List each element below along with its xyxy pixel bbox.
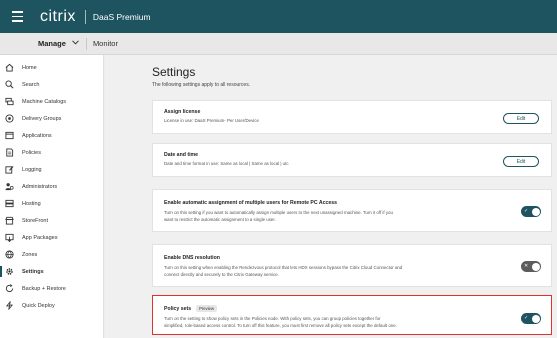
sidebar-item-applications[interactable]: Applications: [0, 127, 103, 144]
policy-sets-card: Policy sets Preview Turn on the setting t…: [152, 295, 552, 335]
sidebar-item-delivery-groups[interactable]: Delivery Groups: [0, 110, 103, 127]
applications-icon: [4, 131, 14, 141]
auto-assignment-card: Enable automatic assignment of multiple …: [152, 189, 552, 232]
toggle-knob: [531, 207, 540, 216]
sidebar-item-label: Machine Catalogs: [22, 98, 67, 105]
policy-sets-title: Policy sets: [164, 305, 192, 312]
check-icon: ✓: [524, 208, 529, 214]
sidebar-item-policies[interactable]: Policies: [0, 144, 103, 161]
sidebar-item-machine-catalogs[interactable]: Machine Catalogs: [0, 93, 103, 110]
sidebar-item-label: Quick Deploy: [22, 302, 55, 309]
card-description-line-1: Turn on this setting if you want to auto…: [164, 210, 393, 215]
quick-deploy-icon: [4, 301, 14, 311]
sidebar-item-quick-deploy[interactable]: Quick Deploy: [0, 297, 103, 314]
card-description-line-1: Turn on the setting to show policy sets …: [164, 316, 381, 321]
sub-nav-divider: [85, 37, 87, 50]
policies-icon: [4, 148, 14, 158]
brand-divider: [84, 9, 86, 24]
sidebar-item-logging[interactable]: Logging: [0, 161, 103, 178]
sidebar-item-label: Hosting: [22, 200, 41, 207]
sidebar-item-label: Backup + Restore: [22, 285, 66, 292]
top-bar: citrix DaaS Premium: [0, 0, 557, 33]
card-description: Date and time format in use: Same as loc…: [164, 161, 289, 166]
sidebar-item-label: Applications: [22, 132, 52, 139]
assign-license-card: Assign license License in use: DaaS Prem…: [152, 100, 552, 134]
auto-assignment-toggle[interactable]: ✓: [521, 206, 541, 217]
card-description-line-1: Turn on this setting when enabling the R…: [164, 265, 403, 270]
sidebar-item-label: Home: [22, 64, 37, 71]
sidebar-item-storefront[interactable]: StoreFront: [0, 212, 103, 229]
storefront-icon: [4, 216, 14, 226]
date-time-card: Date and time Date and time format in us…: [152, 143, 552, 177]
chevron-down-icon[interactable]: [72, 40, 79, 47]
edit-license-button[interactable]: Edit: [503, 113, 539, 124]
dns-resolution-card: Enable DNS resolution Turn on this setti…: [152, 244, 552, 287]
page-title: Settings: [152, 65, 196, 79]
card-description-line-2: connect directly and securely to the Cit…: [164, 272, 279, 277]
card-title: Enable automatic assignment of multiple …: [164, 200, 338, 206]
app-packages-icon: [4, 233, 14, 243]
policy-sets-toggle[interactable]: ✓: [521, 313, 541, 324]
hamburger-menu-icon[interactable]: [4, 0, 30, 33]
home-icon: [4, 63, 14, 73]
sidebar-item-home[interactable]: Home: [0, 59, 103, 76]
card-description-line-2: simplified, role-based access control. T…: [164, 323, 397, 328]
settings-icon: [4, 267, 14, 277]
sidebar-item-label: Logging: [22, 166, 42, 173]
toggle-knob: [531, 314, 540, 323]
card-description-line-2: want to restrict the automatic assignmen…: [164, 217, 276, 222]
manage-menu[interactable]: Manage: [38, 39, 66, 48]
zones-icon: [4, 250, 14, 260]
page-subtitle: The following settings apply to all reso…: [152, 82, 251, 88]
edit-date-time-button[interactable]: Edit: [503, 156, 539, 167]
sidebar-item-label: App Packages: [22, 234, 58, 241]
sidebar-item-label: Settings: [22, 268, 44, 275]
machine-catalogs-icon: [4, 97, 14, 107]
x-icon: ✕: [524, 263, 529, 269]
preview-badge: Preview: [196, 305, 218, 312]
sub-nav-bar: Manage Monitor: [0, 33, 557, 55]
sidebar-item-backup-restore[interactable]: Backup + Restore: [0, 280, 103, 297]
search-icon: [4, 80, 14, 90]
monitor-tab[interactable]: Monitor: [93, 39, 118, 48]
logging-icon: [4, 165, 14, 175]
delivery-groups-icon: [4, 114, 14, 124]
sidebar-item-hosting[interactable]: Hosting: [0, 195, 103, 212]
sidebar-item-app-packages[interactable]: App Packages: [0, 229, 103, 246]
sidebar-item-label: Delivery Groups: [22, 115, 62, 122]
sidebar-item-label: Zones: [22, 251, 38, 258]
card-title: Assign license: [164, 109, 201, 115]
card-title: Policy sets Preview: [164, 305, 218, 312]
sidebar-item-label: Search: [22, 81, 40, 88]
sidebar: Home Search Machine Catalogs Delivery Gr…: [0, 55, 104, 338]
backup-restore-icon: [4, 284, 14, 294]
sidebar-item-administrators[interactable]: Administrators: [0, 178, 103, 195]
sidebar-item-label: StoreFront: [22, 217, 48, 224]
administrators-icon: [4, 182, 14, 192]
dns-resolution-toggle[interactable]: ✕: [521, 261, 541, 272]
sidebar-item-label: Policies: [22, 149, 41, 156]
card-description: License in use: DaaS Premium- Per User/D…: [164, 118, 259, 123]
card-title: Date and time: [164, 152, 199, 158]
settings-content: Settings The following settings apply to…: [105, 55, 557, 338]
sidebar-item-label: Administrators: [22, 183, 58, 190]
hosting-icon: [4, 199, 14, 209]
toggle-knob: [531, 262, 540, 271]
sidebar-item-search[interactable]: Search: [0, 76, 103, 93]
card-title: Enable DNS resolution: [164, 255, 220, 261]
sidebar-item-zones[interactable]: Zones: [0, 246, 103, 263]
citrix-logo: citrix: [40, 7, 76, 25]
product-name: DaaS Premium: [92, 11, 151, 22]
sidebar-item-settings[interactable]: Settings: [0, 263, 103, 280]
check-icon: ✓: [524, 315, 529, 321]
